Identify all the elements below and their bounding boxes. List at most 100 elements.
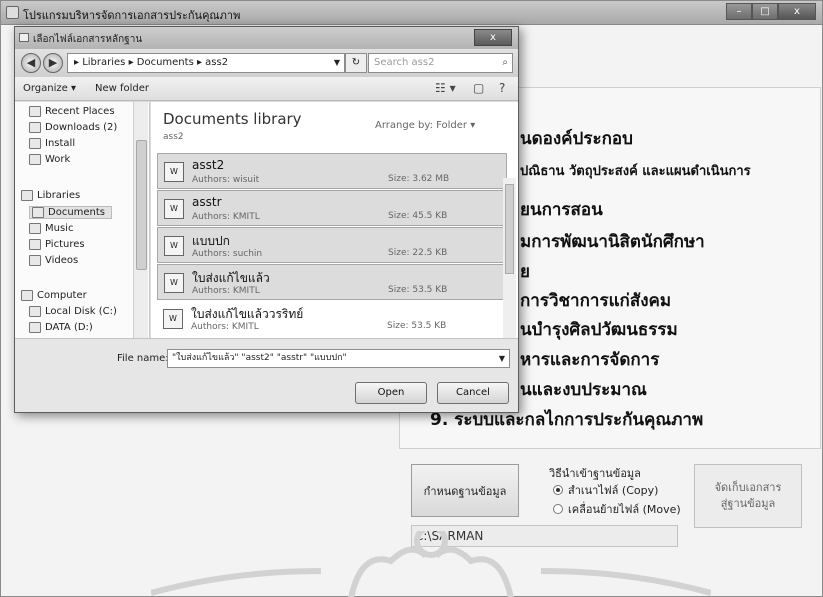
nav-computer[interactable]: Computer — [21, 290, 87, 301]
save-to-database-button[interactable]: จัดเก็บเอกสาร สู่ฐานข้อมูล — [694, 464, 802, 528]
copy-radio-option[interactable]: สำเนาไฟล์ (Copy) — [553, 481, 658, 499]
disk-icon — [29, 306, 41, 317]
search-placeholder: Search ass2 — [374, 57, 435, 68]
nav-scroll-thumb[interactable] — [136, 140, 147, 270]
app-icon — [6, 6, 19, 19]
preview-pane-icon[interactable]: ▢ — [473, 81, 484, 95]
open-button[interactable]: Open — [355, 382, 427, 404]
file-list-scrollbar[interactable] — [503, 178, 516, 338]
nav-downloads[interactable]: Downloads (2) — [29, 122, 117, 133]
nav-videos[interactable]: Videos — [29, 255, 78, 266]
file-name-input[interactable]: "ใบส่งแก้ไขแล้ว" "asst2" "asstr" "แบบปก"… — [167, 349, 510, 368]
view-options-icon[interactable]: ☷ ▾ — [435, 81, 456, 95]
navigation-pane: Recent Places Downloads (2) Install Work… — [15, 102, 150, 338]
nav-label: Install — [45, 138, 76, 149]
search-icon[interactable]: ⌕ — [502, 54, 508, 72]
outline-item[interactable]: การวิชาการแก่สังคม — [520, 287, 671, 314]
file-row[interactable]: W ใบส่งแก้ไขแล้ววรริทย์ Authors: KMITL S… — [157, 301, 507, 337]
radio-checked-icon[interactable] — [553, 485, 563, 495]
forward-arrow-icon[interactable]: ▶ — [43, 53, 63, 73]
file-list-scroll-thumb[interactable] — [505, 184, 514, 274]
downloads-icon — [29, 122, 41, 133]
nav-libraries[interactable]: Libraries — [21, 190, 80, 201]
main-window-title: โปรแกรมบริหารจัดการเอกสารประกันคุณภาพ — [23, 9, 241, 22]
minimize-button[interactable]: – — [726, 3, 752, 20]
music-icon — [29, 223, 41, 234]
videos-icon — [29, 255, 41, 266]
file-name-value: "ใบส่งแก้ไขแล้ว" "asst2" "asstr" "แบบปก" — [172, 353, 347, 363]
nav-pictures[interactable]: Pictures — [29, 239, 85, 250]
library-title: Documents library — [163, 110, 302, 128]
nav-local-disk[interactable]: Local Disk (C:) — [29, 306, 117, 317]
move-radio-option[interactable]: เคลื่อนย้ายไฟล์ (Move) — [553, 500, 681, 518]
address-path: ▸ Libraries ▸ Documents ▸ ass2 — [74, 57, 229, 68]
file-size: Size: 3.62 MB — [388, 174, 450, 184]
outline-item[interactable]: ย — [520, 258, 530, 285]
file-author: Authors: wisuit — [192, 175, 260, 185]
file-name-label: File name: — [117, 353, 169, 364]
cancel-button[interactable]: Cancel — [437, 382, 509, 404]
nav-music[interactable]: Music — [29, 223, 73, 234]
refresh-icon[interactable]: ↻ — [345, 53, 367, 73]
nav-work[interactable]: Work — [29, 154, 70, 165]
back-arrow-icon[interactable]: ◀ — [21, 53, 41, 73]
import-method-group: วิธีนำเข้าฐานข้อมูล สำเนาไฟล์ (Copy) เคล… — [549, 464, 685, 524]
recent-places-icon — [29, 106, 41, 117]
file-row[interactable]: W asstr Authors: KMITL Size: 45.5 KB — [157, 190, 507, 226]
nav-label: Downloads (2) — [45, 122, 118, 133]
file-row[interactable]: W แบบปก Authors: suchin Size: 22.5 KB — [157, 227, 507, 263]
chevron-down-icon[interactable]: ▼ — [334, 54, 340, 72]
nav-install[interactable]: Install — [29, 138, 75, 149]
outline-item[interactable]: มการพัฒนานิสิตนักศึกษา — [520, 228, 705, 255]
file-author: Authors: KMITL — [192, 286, 260, 296]
new-folder-button[interactable]: New folder — [95, 83, 149, 94]
outline-item[interactable]: ปณิธาน วัตถุประสงค์ และแผนดำเนินการ — [520, 160, 751, 181]
search-input[interactable]: Search ass2 ⌕ — [368, 53, 513, 73]
nav-recent-places[interactable]: Recent Places — [29, 106, 115, 117]
dialog-toolbar: Organize ▾ New folder ☷ ▾ ▢ ? — [15, 77, 518, 101]
folder-icon — [29, 138, 41, 149]
outline-item[interactable]: นดองค์ประกอบ — [520, 125, 633, 152]
move-radio-label: เคลื่อนย้ายไฟล์ (Move) — [568, 503, 681, 516]
file-size: Size: 22.5 KB — [388, 248, 448, 258]
file-row[interactable]: W asst2 Authors: wisuit Size: 3.62 MB — [157, 153, 507, 189]
file-name: asst2 — [192, 158, 225, 172]
arrange-label: Arrange by: — [375, 120, 433, 131]
outline-item[interactable]: นและงบประมาณ — [520, 376, 647, 403]
file-size: Size: 53.5 KB — [388, 285, 448, 295]
set-database-button[interactable]: กำหนดฐานข้อมูล — [411, 464, 519, 517]
nav-label: DATA (D:) — [45, 322, 93, 333]
outline-item[interactable]: ยนการสอน — [520, 196, 603, 223]
nav-label: Computer — [37, 290, 87, 301]
nav-data-disk[interactable]: DATA (D:) — [29, 322, 93, 333]
nav-label: Recent Places — [45, 106, 115, 117]
outline-item[interactable]: นบำรุงศิลปวัฒนธรรม — [520, 316, 678, 343]
file-name: asstr — [192, 195, 222, 209]
file-list-pane: Documents library ass2 Arrange by: Folde… — [151, 102, 518, 338]
nav-label: Music — [45, 223, 74, 234]
close-button[interactable]: x — [778, 3, 816, 20]
copy-radio-label: สำเนาไฟล์ (Copy) — [568, 484, 659, 497]
dialog-close-button[interactable]: x — [474, 29, 512, 46]
organize-menu[interactable]: Organize ▾ — [23, 83, 76, 94]
address-bar[interactable]: ▸ Libraries ▸ Documents ▸ ass2 ▼ — [67, 53, 345, 73]
maximize-button[interactable]: □ — [752, 3, 778, 20]
file-row[interactable]: W ใบส่งแก้ไขแล้ว Authors: KMITL Size: 53… — [157, 264, 507, 300]
nav-documents[interactable]: Documents — [29, 206, 113, 219]
libraries-icon — [21, 190, 33, 201]
nav-label: Local Disk (C:) — [45, 306, 117, 317]
dialog-title-bar[interactable]: เลือกไฟล์เอกสารหลักฐาน x — [15, 27, 518, 49]
arrange-by[interactable]: Arrange by: Folder ▾ — [375, 120, 475, 131]
open-file-dialog: เลือกไฟล์เอกสารหลักฐาน x ◀ ▶ ▸ Libraries… — [14, 26, 519, 413]
arrange-value[interactable]: Folder ▾ — [436, 120, 475, 131]
import-method-title: วิธีนำเข้าฐานข้อมูล — [549, 467, 641, 480]
dialog-footer: File name: "ใบส่งแก้ไขแล้ว" "asst2" "ass… — [15, 338, 518, 412]
library-subtitle: ass2 — [163, 132, 184, 142]
dialog-title: เลือกไฟล์เอกสารหลักฐาน — [33, 34, 143, 45]
chevron-down-icon[interactable]: ▼ — [499, 350, 505, 367]
help-icon[interactable]: ? — [499, 81, 505, 95]
nav-scrollbar[interactable] — [133, 102, 148, 338]
radio-unchecked-icon[interactable] — [553, 504, 563, 514]
main-title-bar[interactable]: โปรแกรมบริหารจัดการเอกสารประกันคุณภาพ – … — [1, 1, 822, 25]
outline-item[interactable]: หารและการจัดการ — [520, 346, 659, 373]
